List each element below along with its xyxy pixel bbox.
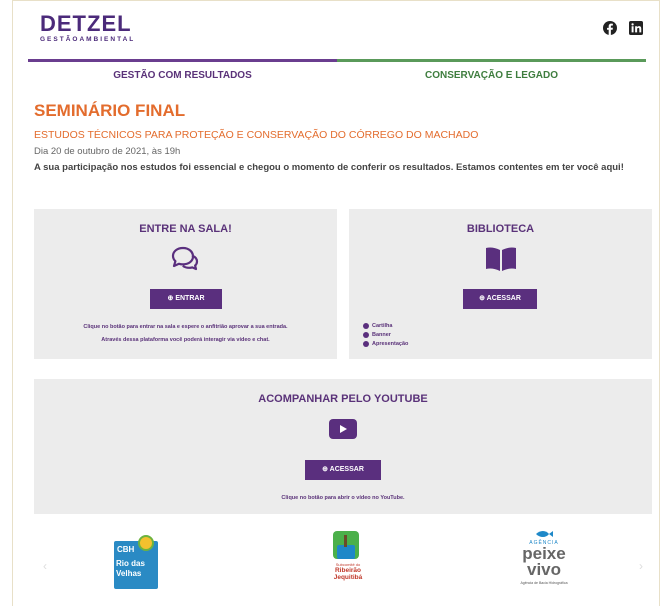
plus-circle-icon: ⊕ xyxy=(322,466,328,473)
bullet-icon xyxy=(363,323,369,329)
logo-sub-text: GESTÃOAMBIENTAL xyxy=(40,36,136,43)
enter-room-instruction: Clique no botão para entrar na sala e es… xyxy=(83,324,288,330)
cbh-name-line1: Rio das xyxy=(116,559,145,568)
page-subtitle: ESTUDOS TÉCNICOS PARA PROTEÇÃO E CONSERV… xyxy=(34,129,479,141)
page-title: SEMINÁRIO FINAL xyxy=(34,101,186,120)
youtube-access-label: ACESSAR xyxy=(329,466,364,473)
agency-line2: vivo xyxy=(526,560,562,579)
carousel-next-icon[interactable]: › xyxy=(639,559,643,573)
library-access-label: ACESSAR xyxy=(486,295,521,302)
nav-conservacao-legado[interactable]: CONSERVAÇÃO E LEGADO xyxy=(337,59,646,81)
youtube-instruction: Clique no botão para abrir o vídeo no Yo… xyxy=(281,495,405,501)
logo-main-text: DETZEL xyxy=(40,11,132,36)
intro-text: A sua participação nos estudos foi essen… xyxy=(34,162,624,173)
youtube-card: ACOMPANHAR PELO YOUTUBE ⊕ ACESSAR Clique… xyxy=(34,379,652,514)
library-access-button[interactable]: ⊕ ACESSAR xyxy=(463,289,537,309)
subcomite-line2: Ribeirão xyxy=(334,567,361,574)
sponsor-carousel: ‹ › CBH Rio das Velhas Subcomitê do Ribe… xyxy=(13,521,659,606)
enter-button[interactable]: ⊕ ENTRAR xyxy=(150,289,222,309)
library-item-apresentacao[interactable]: Apresentação xyxy=(363,341,408,347)
plus-circle-icon: ⊕ xyxy=(479,295,485,302)
enter-room-card: ENTRE NA SALA! ⊕ ENTRAR Clique no botão … xyxy=(34,209,337,359)
open-book-icon xyxy=(486,247,516,271)
enter-room-platform-text: Através dessa plataforma você poderá int… xyxy=(101,337,270,343)
agency-bottom-text: Agência de Bacia Hidrográfica xyxy=(520,581,568,585)
library-list: Cartilha Banner Apresentação xyxy=(363,323,408,350)
cbh-top-text: CBH xyxy=(117,545,135,554)
library-item-banner[interactable]: Banner xyxy=(363,332,408,338)
library-item-label: Cartilha xyxy=(372,323,393,329)
facebook-icon[interactable] xyxy=(603,21,617,35)
library-item-label: Banner xyxy=(372,332,391,338)
agencia-peixe-vivo-logo: AGÊNCIA peixe vivo Agência de Bacia Hidr… xyxy=(513,529,575,605)
bullet-icon xyxy=(363,332,369,338)
nav-gestao-resultados[interactable]: GESTÃO COM RESULTADOS xyxy=(28,59,337,81)
social-links xyxy=(603,21,643,35)
subcomite-line3: Jequitibá xyxy=(333,574,363,581)
page-frame: DETZEL GESTÃOAMBIENTAL GESTÃO COM RESULT… xyxy=(12,0,660,606)
main-nav: GESTÃO COM RESULTADOS CONSERVAÇÃO E LEGA… xyxy=(28,59,646,81)
subcomite-ribeirao-jequitiba-logo: Subcomitê do Ribeirão Jequitibá xyxy=(323,529,373,605)
enter-button-label: ENTRAR xyxy=(175,295,205,302)
library-item-cartilha[interactable]: Cartilha xyxy=(363,323,408,329)
cbh-rio-das-velhas-logo: CBH Rio das Velhas xyxy=(108,529,164,601)
chat-bubbles-icon xyxy=(171,246,199,271)
header: DETZEL GESTÃOAMBIENTAL xyxy=(13,1,659,59)
enter-room-title: ENTRE NA SALA! xyxy=(139,223,232,235)
event-date: Dia 20 de outubro de 2021, às 19h xyxy=(34,146,181,157)
linkedin-icon[interactable] xyxy=(629,21,643,35)
plus-circle-icon: ⊕ xyxy=(167,295,174,302)
cbh-name-line2: Velhas xyxy=(116,569,142,578)
fish-icon xyxy=(536,531,553,537)
library-item-label: Apresentação xyxy=(372,341,409,347)
library-title: BIBLIOTECA xyxy=(466,223,535,235)
youtube-access-button[interactable]: ⊕ ACESSAR xyxy=(305,460,381,480)
carousel-prev-icon[interactable]: ‹ xyxy=(43,559,47,573)
detzel-logo[interactable]: DETZEL GESTÃOAMBIENTAL xyxy=(40,11,136,44)
bullet-icon xyxy=(363,341,369,347)
play-icon xyxy=(329,419,357,439)
library-card: BIBLIOTECA ⊕ ACESSAR Cartilha Banner Apr… xyxy=(349,209,652,359)
youtube-title: ACOMPANHAR PELO YOUTUBE xyxy=(258,393,428,405)
